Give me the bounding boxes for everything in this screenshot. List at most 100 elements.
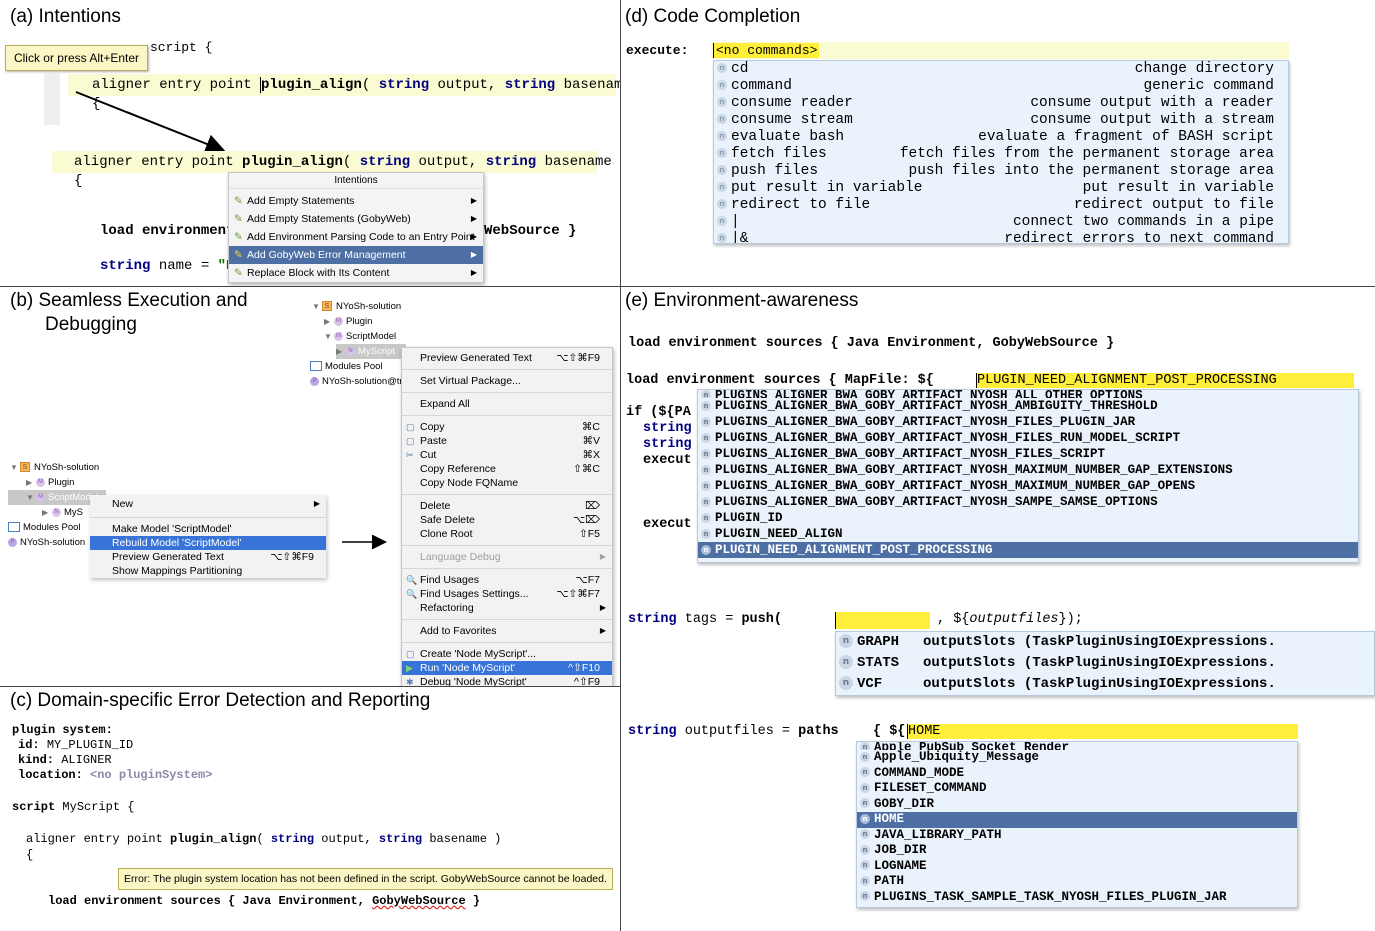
env-variable-item[interactable]: n PLUGINS_TASK_SAMPLE_TASK_NYOSH_FILES_PL… [857,890,1297,906]
command-description: redirect output to file [1073,197,1274,213]
collapse-arrow-icon[interactable]: ▶ [42,505,52,520]
output-slot-item[interactable]: n VCF outputSlots (TaskPluginUsingIOExpres… [836,674,1374,695]
env-variable-item[interactable]: n PLUGIN_NEED_ALIGN [698,526,1358,542]
completion-item[interactable]: n consume stream consume output with a str… [714,112,1288,129]
expand-arrow-icon[interactable]: ▼ [312,299,322,314]
completion-item[interactable]: n evaluate bash evaluate a fragment of BAS… [714,129,1288,146]
completion-item[interactable]: n command generic command [714,78,1288,95]
menu-item-replace-block[interactable]: ✎ Replace Block with Its Content ▶ [229,264,483,282]
menu-item-10[interactable]: Clone Root ⇧F5 [402,527,612,541]
env-variable-item[interactable]: n JOB_DIR [857,843,1297,859]
paren: ( [342,154,352,170]
completion-item[interactable]: n |& redirect errors to next command [714,231,1288,243]
node-icon: n [717,182,727,193]
node-icon: n [717,80,727,91]
completion-item[interactable]: n | connect two commands in a pipe [714,214,1288,231]
expand-arrow-icon[interactable]: ▼ [324,329,334,344]
completion-item[interactable]: n consume reader consume output with a rea… [714,95,1288,112]
push-argument-input[interactable] [835,612,930,629]
tree-node-solution-tra[interactable]: P NYoSh-solution@tra [310,374,408,389]
env-variable-item[interactable]: n PLUGIN_NEED_ALIGNMENT_POST_PROCESSING [698,542,1358,558]
env-variable-item[interactable]: n PLUGIN_ID [698,510,1358,526]
tree-node-modules-pool[interactable]: Modules Pool [310,359,408,374]
menu-item-9[interactable]: Safe Delete ⌥⌦ [402,513,612,527]
env-variable-item[interactable]: n PATH [857,874,1297,890]
menu-item-5[interactable]: ✂ Cut ⌘X [402,448,612,462]
menu-item-2[interactable]: Expand All [402,397,612,411]
completion-item[interactable]: n cd change directory [714,61,1288,78]
env-variable-item[interactable]: n Apple_Ubiquity_Message [857,750,1297,766]
env-variable-item[interactable]: n PLUGINS_ALIGNER_BWA_GOBY_ARTIFACT_NYOSH… [698,414,1358,430]
collapse-arrow-icon[interactable]: ▶ [26,475,36,490]
label: Preview Generated Text [420,352,532,364]
menu-item-show-mappings[interactable]: Show Mappings Partitioning [90,564,326,578]
menu-item-add-gobyweb-error-management[interactable]: ✎ Add GobyWeb Error Management ▶ [229,246,483,264]
menu-item-3[interactable]: ▢ Copy ⌘C [402,420,612,434]
menu-item-1[interactable]: Set Virtual Package... [402,374,612,388]
env-variable-item[interactable]: n PLUGINS_ALIGNER_BWA_GOBY_ARTIFACT_NYOSH… [698,494,1358,510]
collapse-arrow-icon[interactable]: ▶ [324,314,334,329]
env-variable-item[interactable]: n FILESET_COMMAND [857,781,1297,797]
menu-item-12[interactable]: 🔍 Find Usages ⌥F7 [402,573,612,587]
list-item[interactable]: n Apple_PubSub_Socket_Render [857,742,1297,750]
menu-item-add-environment-parsing[interactable]: ✎ Add Environment Parsing Code to an Entr… [229,228,483,246]
collapse-arrow-icon[interactable]: ▶ [336,344,346,359]
label: Copy Reference [420,463,496,475]
home-input[interactable]: HOME [907,724,1298,739]
tree-node-scriptmodel[interactable]: ▼ M ScriptModel [324,329,408,344]
env-variable-item[interactable]: n LOGNAME [857,859,1297,875]
menu-item-14[interactable]: Refactoring ▶ [402,601,612,615]
menu-item-preview-generated-text[interactable]: Preview Generated Text ⌥⇧⌘F9 [90,550,326,564]
tree-node-solution[interactable]: ▼ S NYoSh-solution [10,460,106,475]
completion-item[interactable]: n fetch files fetch files from the permane… [714,146,1288,163]
menu-item-rebuild-model[interactable]: Rebuild Model 'ScriptModel' [90,536,326,550]
string-line: string name = "NY [100,258,243,274]
menu-item-add-empty-statements[interactable]: ✎ Add Empty Statements ▶ [229,192,483,210]
tree-node-plugin[interactable]: ▶ M Plugin [26,475,106,490]
env-variable-item[interactable]: n GOBY_DIR [857,797,1297,813]
code-fragment-string: string [643,437,692,452]
output-slot-item[interactable]: n GRAPH outputSlots (TaskPluginUsingIOExpr… [836,632,1374,653]
menu-item-16[interactable]: ▢ Create 'Node MyScript'... [402,647,612,661]
output-slot-item[interactable]: n STATS outputSlots (TaskPluginUsingIOExpr… [836,653,1374,674]
menu-item-4[interactable]: ▢ Paste ⌘V [402,434,612,448]
expand-arrow-icon[interactable]: ▼ [26,490,36,505]
expand-arrow-icon[interactable]: ▼ [10,460,20,475]
label: Paste [420,435,447,447]
menu-item-15[interactable]: Add to Favorites ▶ [402,624,612,638]
menu-item-17[interactable]: ▶ Run 'Node MyScript' ^⇧F10 [402,661,612,675]
menu-item-6[interactable]: Copy Reference ⇧⌘C [402,462,612,476]
label: Add GobyWeb Error Management [247,249,406,261]
load-line: load environment sources { Java Environm… [48,894,480,908]
variable-input[interactable]: PLUGIN_NEED_ALIGNMENT_POST_PROCESSING [976,373,1354,388]
tree-node-solution[interactable]: ▼ S NYoSh-solution [312,299,408,314]
menu-item-13[interactable]: 🔍 Find Usages Settings... ⌥⇧⌘F7 [402,587,612,601]
error-source[interactable]: GobyWebSource [372,894,466,908]
env-variable-item[interactable]: n PLUGINS_ALIGNER_BWA_GOBY_ARTIFACT_NYOSH… [698,478,1358,494]
list-item[interactable]: n PLUGINS_ALIGNER_BWA_GOBY_ARTIFACT_NYOSH… [698,390,1358,398]
menu-item-11[interactable]: Language Debug ▶ [402,550,612,564]
menu-item-make-model[interactable]: Make Model 'ScriptModel' [90,522,326,536]
right-menu-items: Preview Generated Text ⌥⇧⌘F9 Set Virtual P… [402,351,612,686]
menu-item-18[interactable]: ✱ Debug 'Node MyScript' ^⇧F9 [402,675,612,686]
env-variable-item[interactable]: n HOME [857,812,1297,828]
command-input[interactable]: <no commands> [713,43,820,58]
menu-item-7[interactable]: Copy Node FQName [402,476,612,490]
tree-node-myscript[interactable]: ▶ N MyScript [336,344,406,359]
menu-item-8[interactable]: Delete ⌦ [402,499,612,513]
env-variable-item[interactable]: n PLUGINS_ALIGNER_BWA_GOBY_ARTIFACT_NYOSH… [698,446,1358,462]
completion-item[interactable]: n redirect to file redirect output to file [714,197,1288,214]
menu-item-new[interactable]: New ▶ [90,495,326,513]
env-variable-item[interactable]: n COMMAND_MODE [857,766,1297,782]
env-variable-item[interactable]: n PLUGINS_ALIGNER_BWA_GOBY_ARTIFACT_NYOSH… [698,430,1358,446]
menu-item-0[interactable]: Preview Generated Text ⌥⇧⌘F9 [402,351,612,365]
completion-item[interactable]: n put result in variable put result in var… [714,180,1288,197]
menu-item-add-empty-statements-gobyweb[interactable]: ✎ Add Empty Statements (GobyWeb) ▶ [229,210,483,228]
env-variable-item[interactable]: n PLUGINS_ALIGNER_BWA_GOBY_ARTIFACT_NYOSH… [698,398,1358,414]
completion-item[interactable]: n push files push files into the permanent… [714,163,1288,180]
env-variable-item[interactable]: n JAVA_LIBRARY_PATH [857,828,1297,844]
env-variable-item[interactable]: n PLUGINS_ALIGNER_BWA_GOBY_ARTIFACT_NYOSH… [698,462,1358,478]
env-variable-popup: n PLUGINS_ALIGNER_BWA_GOBY_ARTIFACT_NYOSH… [697,389,1359,563]
plugin-system-label: plugin system: [12,723,113,737]
tree-node-plugin[interactable]: ▶ M Plugin [324,314,408,329]
